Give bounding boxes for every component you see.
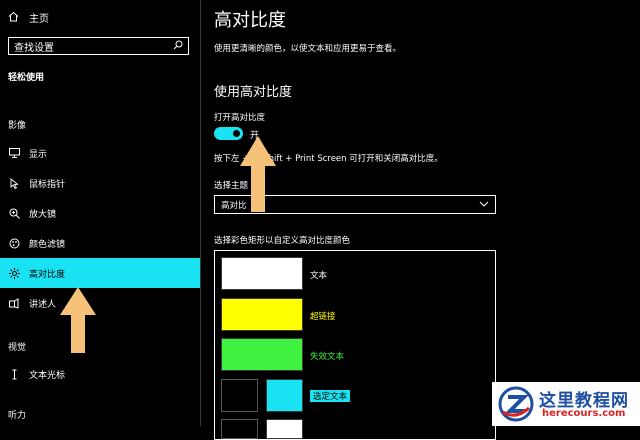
sidebar-item-label: 高对比度 <box>29 269 66 280</box>
home-link[interactable]: 主页 <box>8 10 49 25</box>
search-placeholder: 查找设置 <box>14 42 54 54</box>
swatch-text[interactable] <box>221 257 303 290</box>
sidebar-item-label: 颜色滤镜 <box>29 239 66 250</box>
sidebar-item-label: 鼠标指针 <box>29 179 66 190</box>
sidebar: 主页 查找设置 轻松使用 影像 显示 鼠标指针 放大镜 颜色滤镜 高对比度 讲述… <box>0 0 200 426</box>
group-label-vision: 影像 <box>8 121 27 131</box>
sidebar-item-color-filters[interactable]: 颜色滤镜 <box>0 228 200 258</box>
swatch-selected-text[interactable] <box>266 379 303 412</box>
color-filter-icon <box>8 237 20 249</box>
sidebar-item-magnifier[interactable]: 放大镜 <box>0 198 200 228</box>
swatch-label-hyperlink: 超链接 <box>310 312 336 322</box>
chevron-down-icon <box>479 200 489 210</box>
logo-icon <box>498 386 534 422</box>
pointer-arrow-up-icon <box>240 136 276 212</box>
color-panel: 文本 超链接 失效文本 选定文本 <box>214 250 496 440</box>
swatch-row-5a[interactable] <box>221 419 258 439</box>
swatch-label-disabled: 失效文本 <box>310 352 345 362</box>
search-input[interactable]: 查找设置 <box>8 37 189 55</box>
swatch-disabled-text[interactable] <box>221 338 303 371</box>
sidebar-item-mouse-pointer[interactable]: 鼠标指针 <box>0 168 200 198</box>
narrator-icon <box>8 297 20 309</box>
watermark-line2: herecours.com <box>542 408 626 419</box>
sidebar-item-display[interactable]: 显示 <box>0 138 200 168</box>
pointer-arrow-up-icon <box>60 287 96 353</box>
sidebar-item-label: 显示 <box>29 149 48 160</box>
color-label: 选择彩色矩形以自定义高对比度颜色 <box>214 236 351 246</box>
pointer-icon <box>8 177 20 189</box>
page-description: 使用更清晰的颜色，以使文本和应用更易于查看。 <box>214 44 402 54</box>
group-label-hearing: 视觉 <box>8 343 27 353</box>
toggle-label: 打开高对比度 <box>214 113 266 123</box>
sidebar-item-text-cursor[interactable]: 文本光标 <box>0 359 200 389</box>
sidebar-item-label: 讲述人 <box>29 299 57 310</box>
sidebar-item-label: 放大镜 <box>29 209 57 220</box>
home-icon <box>8 11 19 25</box>
sidebar-item-label: 文本光标 <box>29 370 66 381</box>
magnifier-icon <box>8 207 20 219</box>
section-heading: 使用高对比度 <box>214 85 293 100</box>
swatch-selected-bg[interactable] <box>221 379 258 412</box>
swatch-row-5b[interactable] <box>266 419 303 439</box>
sidebar-item-narrator[interactable]: 讲述人 <box>0 288 200 318</box>
swatch-hyperlink[interactable] <box>221 298 303 331</box>
sidebar-item-high-contrast[interactable]: 高对比度 <box>0 258 200 288</box>
home-label: 主页 <box>29 14 49 25</box>
search-icon[interactable] <box>173 40 183 53</box>
group-label-listen: 听力 <box>8 411 27 421</box>
watermark-logo: 这里教程网 herecours.com <box>492 382 640 426</box>
text-cursor-icon <box>8 368 20 380</box>
sun-icon <box>8 267 20 279</box>
monitor-icon <box>8 147 20 159</box>
swatch-label-text: 文本 <box>310 271 328 281</box>
section-title: 轻松使用 <box>8 73 45 83</box>
swatch-label-selected: 选定文本 <box>310 390 351 402</box>
page-title: 高对比度 <box>214 10 286 31</box>
